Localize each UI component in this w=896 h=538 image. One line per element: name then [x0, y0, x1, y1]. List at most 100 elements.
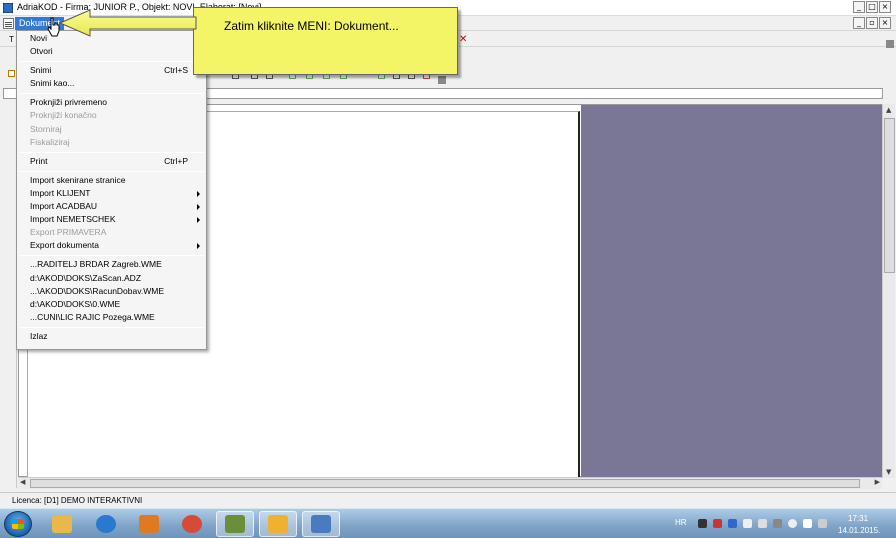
tray-app-icon[interactable] — [713, 519, 722, 528]
child-close-button[interactable]: × — [879, 17, 891, 29]
callout-text: Zatim kliknite MENI: Dokument... — [224, 19, 399, 33]
mouse-cursor-icon — [47, 17, 60, 37]
tray-app-icon[interactable] — [773, 519, 782, 528]
menu-item[interactable]: ...\AKOD\DOKS\RacunDobav.WME — [17, 285, 206, 298]
menu-item[interactable]: Import KLIJENT — [17, 187, 206, 200]
menu-item[interactable]: Snimi kao... — [17, 77, 206, 90]
menu-item-label: Export dokumenta — [30, 240, 99, 251]
tray-app-icon[interactable] — [728, 519, 737, 528]
menu-item[interactable]: Print Ctrl+P — [17, 155, 206, 168]
menu-item-label: Import KLIJENT — [30, 187, 91, 198]
toolbar-label: T — [9, 35, 14, 44]
taskbar-app-tool[interactable] — [259, 511, 297, 537]
menu-item[interactable]: d:\AKOD\DOKS\ZaScan.ADZ — [17, 272, 206, 285]
language-indicator[interactable]: HR — [675, 518, 687, 527]
taskbar-app-media-player[interactable] — [130, 511, 168, 537]
child-minimize-button[interactable]: _ — [853, 17, 865, 29]
menu-item-label: Fiskaliziraj — [30, 136, 70, 147]
scroll-right-icon[interactable]: ▶ — [875, 478, 880, 486]
toolbar-dropdown-icon[interactable] — [886, 40, 894, 48]
window-controls: _ □ × — [853, 1, 891, 13]
volume-icon[interactable] — [788, 519, 797, 528]
menu-separator — [19, 93, 204, 95]
taskbar-app-network[interactable] — [302, 511, 340, 537]
clock-date[interactable]: 14.01.2015. — [838, 526, 880, 535]
menu-separator — [19, 61, 204, 63]
menu-item-label: d:\AKOD\DOKS\0.WME — [30, 298, 121, 309]
menu-item[interactable]: Proknjiži privremeno — [17, 96, 206, 109]
menu-item-label: Export PRIMAVERA — [30, 227, 107, 238]
menu-separator — [19, 151, 204, 153]
close-x-icon[interactable]: ✕ — [459, 34, 467, 45]
scroll-down-icon[interactable]: ▼ — [886, 468, 891, 476]
app-icon[interactable] — [3, 3, 13, 13]
menu-item-label: Import ACADBAU — [30, 201, 98, 212]
scroll-thumb[interactable] — [884, 118, 895, 273]
license-status: Licenca: [D1] DEMO INTERAKTIVNI — [12, 496, 143, 505]
menu-item[interactable]: ...CUNI\LIC RAJIC Pozega.WME — [17, 311, 206, 324]
menu-item-label: Proknjiži privremeno — [30, 97, 107, 108]
tray-app-icon[interactable] — [743, 519, 752, 528]
menu-item[interactable]: Otvori — [17, 45, 206, 58]
taskbar-app-adriakod[interactable] — [216, 511, 254, 537]
menu-item-shortcut: Ctrl+P — [164, 155, 188, 166]
menu-item: Storniraj — [17, 123, 206, 136]
scroll-up-icon[interactable]: ▲ — [886, 106, 891, 114]
menu-item-label: Snimi kao... — [30, 78, 75, 89]
horizontal-scrollbar[interactable]: ◀ ▶ — [18, 477, 882, 489]
network-icon[interactable] — [803, 519, 812, 528]
clock-time[interactable]: 17:31 — [848, 514, 868, 523]
maximize-button[interactable]: □ — [866, 1, 878, 13]
menu-item[interactable]: Snimi Ctrl+S — [17, 64, 206, 77]
menu-item-label: Novi — [30, 33, 48, 43]
workspace-background — [581, 105, 882, 477]
hscroll-thumb[interactable] — [30, 479, 860, 488]
vertical-scrollbar[interactable]: ▲ ▼ — [882, 104, 895, 478]
menu-item: Export PRIMAVERA — [17, 226, 206, 239]
menu-item[interactable]: Import skenirane stranice — [17, 174, 206, 187]
menu-item[interactable]: Export dokumenta — [17, 239, 206, 252]
chrome-icon — [182, 515, 202, 533]
menu-item-label: ...\AKOD\DOKS\RacunDobav.WME — [30, 285, 164, 296]
document-icon[interactable] — [3, 18, 14, 29]
menu-item[interactable]: Import ACADBAU — [17, 200, 206, 213]
menu-item[interactable]: Import NEMETSCHEK — [17, 213, 206, 226]
tray-app-icon[interactable] — [698, 519, 707, 528]
menu-item-label: Import NEMETSCHEK — [30, 214, 116, 225]
submenu-arrow-icon — [197, 217, 200, 224]
menu-item-label: ...CUNI\LIC RAJIC Pozega.WME — [30, 311, 155, 322]
media-player-icon — [139, 515, 159, 533]
tray-app-icon[interactable] — [758, 519, 767, 528]
toolbar-icon[interactable] — [8, 70, 15, 77]
flag-icon[interactable] — [818, 519, 827, 528]
adriakod-icon — [225, 515, 245, 533]
dokument-dropdown-menu: Novi Otvori Snimi Ctrl+S Snimi kao... Proknji… — [16, 30, 207, 350]
menu-item: Proknjiži konačno — [17, 109, 206, 122]
menu-item-label: Izlaz — [30, 330, 48, 341]
menu-item-label: Otvori — [30, 46, 53, 57]
menu-item[interactable]: d:\AKOD\DOKS\0.WME — [17, 298, 206, 311]
menu-item[interactable]: ...RADITELJ BRDAR Zagreb.WME — [17, 258, 206, 271]
tool-icon — [268, 515, 288, 533]
scroll-left-icon[interactable]: ◀ — [20, 478, 25, 486]
taskbar-app-internet-explorer[interactable] — [87, 511, 125, 537]
child-window-controls: _ ▫ × — [853, 17, 891, 29]
menu-item-label: Import skenirane stranice — [30, 174, 126, 185]
minimize-button[interactable]: _ — [853, 1, 865, 13]
menu-separator — [19, 326, 204, 328]
tutorial-callout: Zatim kliknite MENI: Dokument... — [193, 7, 458, 75]
left-ruler — [0, 101, 17, 488]
menu-separator — [19, 255, 204, 257]
windows-taskbar: HR 17:31 14.01.2015. — [0, 508, 896, 538]
menu-item-label: ...RADITELJ BRDAR Zagreb.WME — [30, 259, 162, 270]
menu-item-label: Print — [30, 155, 48, 166]
close-button[interactable]: × — [879, 1, 891, 13]
start-button[interactable] — [4, 511, 32, 537]
child-restore-button[interactable]: ▫ — [866, 17, 878, 29]
taskbar-app-chrome[interactable] — [173, 511, 211, 537]
toolbar-dropdown-icon[interactable] — [438, 76, 446, 84]
taskbar-app-explorer[interactable] — [43, 511, 81, 537]
system-tray: HR 17:31 14.01.2015. — [668, 509, 896, 538]
menu-item[interactable]: Izlaz — [17, 330, 206, 343]
menu-item-shortcut: Ctrl+S — [164, 65, 188, 76]
